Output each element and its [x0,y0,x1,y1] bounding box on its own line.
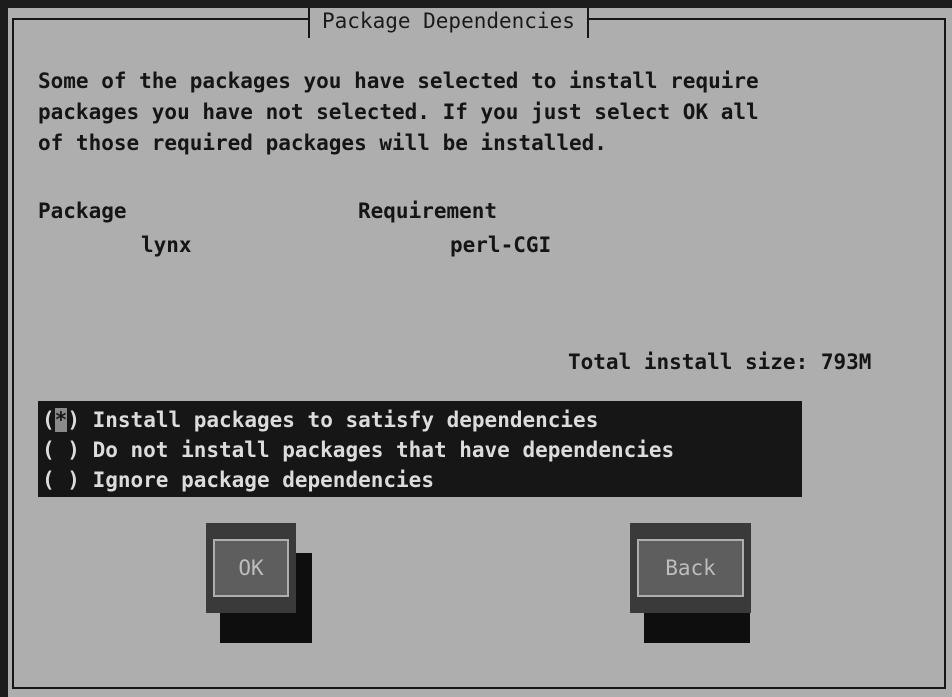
intro-text: Some of the packages you have selected t… [38,69,759,155]
back-button[interactable]: Back [630,523,751,613]
option-label: Install packages to satisfy dependencies [92,408,599,432]
row-package-lynx: lynx [141,233,192,257]
back-button-label: Back [637,539,744,597]
back-button-group: Back [630,523,751,643]
radio-unselected[interactable]: ( ) [42,465,80,495]
ok-button[interactable]: OK [206,523,296,613]
column-header-package: Package [38,199,127,223]
ok-button-label: OK [213,539,289,597]
column-header-requirement: Requirement [358,199,498,223]
package-dependencies-dialog: Package Dependencies Some of the package… [8,8,952,697]
dependency-options-list: (*) Install packages to satisfy dependen… [38,401,802,497]
option-label: Ignore package dependencies [92,468,434,492]
row-requirement-perl-cgi: perl-CGI [450,233,552,257]
dialog-title: Package Dependencies [308,8,589,38]
total-install-size: Total install size: 793M [568,350,872,374]
radio-unselected[interactable]: ( ) [42,435,80,465]
option-do-not-install[interactable]: ( ) Do not install packages that have de… [42,435,802,465]
option-ignore-dependencies[interactable]: ( ) Ignore package dependencies [42,465,802,495]
ok-button-group: OK [206,523,312,643]
option-label: Do not install packages that have depend… [92,438,675,462]
radio-selected[interactable]: (*) [42,405,80,435]
option-install-dependencies[interactable]: (*) Install packages to satisfy dependen… [42,405,802,435]
